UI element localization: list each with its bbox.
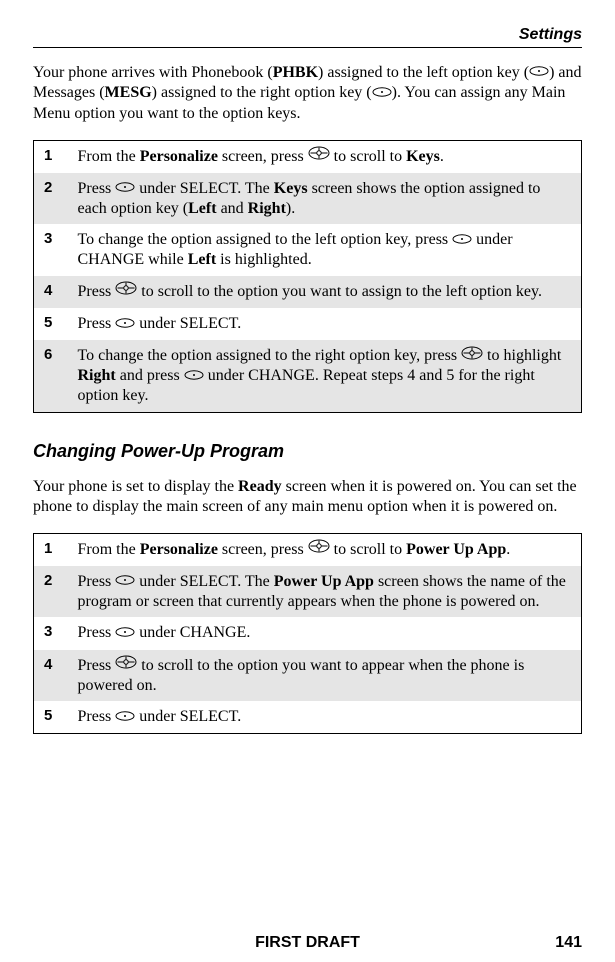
intro-paragraph: Your phone arrives with Phonebook (PHBK)… [33, 63, 582, 124]
pill-icon [184, 366, 204, 386]
table-row: 2Press under SELECT. The Keys screen sho… [34, 173, 582, 225]
intro2-paragraph: Your phone is set to display the Ready s… [33, 477, 582, 517]
subheading-powerup: Changing Power-Up Program [33, 441, 582, 462]
pill-icon [372, 83, 392, 103]
pill-icon [452, 230, 472, 250]
table-row: 4Press to scroll to the option you want … [34, 276, 582, 308]
page: Settings Your phone arrives with Phonebo… [0, 0, 615, 962]
page-header: Settings [33, 26, 582, 48]
steps-table-keys: 1From the Personalize screen, press to s… [33, 140, 582, 413]
intro-phbk: PHBK [273, 64, 318, 81]
step-text: Press under SELECT. The Keys screen show… [68, 173, 582, 225]
table-row: 5Press under SELECT. [34, 308, 582, 340]
nav-key-icon [461, 346, 483, 366]
step-number: 3 [34, 224, 68, 276]
step-text: To change the option assigned to the rig… [68, 340, 582, 412]
table-row: 4Press to scroll to the option you want … [34, 650, 582, 702]
step-text: Press under CHANGE. [68, 617, 582, 649]
steps-table-powerup: 1From the Personalize screen, press to s… [33, 533, 582, 734]
step-number: 1 [34, 533, 68, 566]
step-text: From the Personalize screen, press to sc… [68, 533, 582, 566]
table-row: 5Press under SELECT. [34, 701, 582, 734]
pill-icon [115, 623, 135, 643]
nav-key-icon [115, 281, 137, 301]
pill-icon [115, 571, 135, 591]
step-number: 2 [34, 173, 68, 225]
pill-icon [529, 62, 549, 82]
pill-icon [115, 178, 135, 198]
step-number: 5 [34, 308, 68, 340]
table-row: 3Press under CHANGE. [34, 617, 582, 649]
page-footer: FIRST DRAFT 141 [33, 934, 582, 952]
step-number: 4 [34, 276, 68, 308]
pill-icon [115, 314, 135, 334]
footer-page-number: 141 [555, 934, 582, 952]
step-number: 2 [34, 566, 68, 618]
nav-key-icon [308, 146, 330, 166]
step-text: Press under SELECT. [68, 308, 582, 340]
intro-text: ) assigned to the left option key ( [318, 64, 529, 81]
step-text: From the Personalize screen, press to sc… [68, 140, 582, 173]
step-text: Press to scroll to the option you want t… [68, 650, 582, 702]
table-row: 1From the Personalize screen, press to s… [34, 533, 582, 566]
pill-icon [115, 707, 135, 727]
nav-key-icon [115, 655, 137, 675]
intro-mesg: MESG [105, 84, 152, 101]
nav-key-icon [308, 539, 330, 559]
step-number: 4 [34, 650, 68, 702]
footer-draft: FIRST DRAFT [255, 934, 360, 952]
table-row: 2Press under SELECT. The Power Up App sc… [34, 566, 582, 618]
intro-text: ) assigned to the right option key ( [152, 84, 372, 101]
step-number: 6 [34, 340, 68, 412]
table-row: 1From the Personalize screen, press to s… [34, 140, 582, 173]
intro2-text: Your phone is set to display the [33, 478, 238, 495]
intro2-ready: Ready [238, 478, 282, 495]
step-number: 1 [34, 140, 68, 173]
step-text: Press to scroll to the option you want t… [68, 276, 582, 308]
header-rule [33, 47, 582, 48]
table-row: 6To change the option assigned to the ri… [34, 340, 582, 412]
table2-body: 1From the Personalize screen, press to s… [34, 533, 582, 733]
step-number: 3 [34, 617, 68, 649]
step-text: To change the option assigned to the lef… [68, 224, 582, 276]
table1-body: 1From the Personalize screen, press to s… [34, 140, 582, 412]
step-text: Press under SELECT. The Power Up App scr… [68, 566, 582, 618]
step-number: 5 [34, 701, 68, 734]
section-title: Settings [519, 26, 582, 44]
intro-text: Your phone arrives with Phonebook ( [33, 64, 273, 81]
table-row: 3To change the option assigned to the le… [34, 224, 582, 276]
step-text: Press under SELECT. [68, 701, 582, 734]
